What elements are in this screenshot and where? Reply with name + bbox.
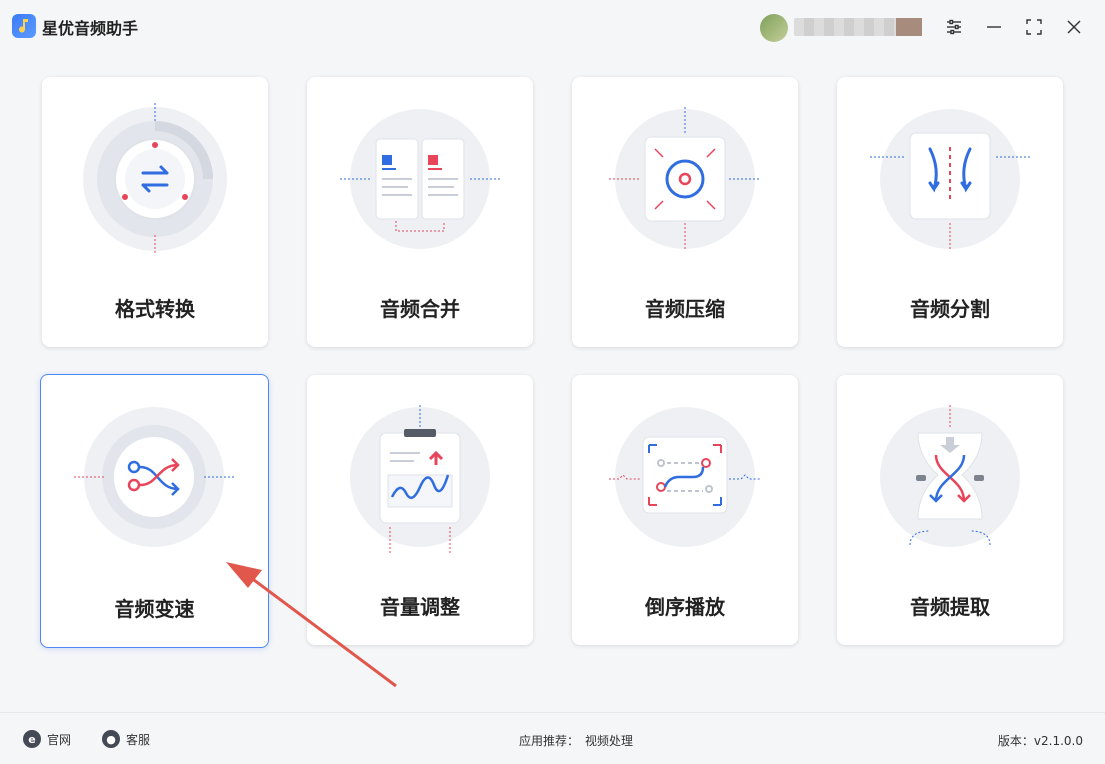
close-icon[interactable] bbox=[1061, 14, 1087, 40]
tool-card-volume-adjust[interactable]: 音量调整 bbox=[307, 375, 533, 645]
tool-label: 倒序播放 bbox=[645, 595, 725, 619]
format-convert-icon bbox=[75, 99, 235, 259]
minimize-icon[interactable] bbox=[981, 14, 1007, 40]
tool-label: 音频合并 bbox=[380, 297, 460, 321]
footer-bar: e 官网 ● 客服 应用推荐： 视频处理 版本：v2.1.0.0 bbox=[0, 712, 1105, 764]
tool-card-audio-compress[interactable]: 音频压缩 bbox=[572, 77, 798, 347]
reverse-play-icon bbox=[605, 397, 765, 557]
tool-card-audio-merge[interactable]: 音频合并 bbox=[307, 77, 533, 347]
user-name-blurred[interactable] bbox=[794, 18, 922, 36]
tool-label: 格式转换 bbox=[115, 297, 195, 321]
maximize-icon[interactable] bbox=[1021, 14, 1047, 40]
browser-icon: e bbox=[23, 730, 41, 748]
tool-card-audio-split[interactable]: 音频分割 bbox=[837, 77, 1063, 347]
settings-icon[interactable] bbox=[941, 14, 967, 40]
tool-label: 音频压缩 bbox=[645, 297, 725, 321]
tool-label: 音量调整 bbox=[380, 595, 460, 619]
tool-label: 音频分割 bbox=[910, 297, 990, 321]
tool-label: 音频提取 bbox=[910, 595, 990, 619]
recommend-label: 应用推荐： bbox=[519, 734, 580, 748]
app-recommend: 应用推荐： 视频处理 bbox=[519, 732, 633, 749]
support-link[interactable]: ● 客服 bbox=[102, 730, 150, 748]
support-label: 客服 bbox=[126, 732, 151, 747]
tool-card-audio-speed[interactable]: 音频变速 bbox=[40, 374, 269, 648]
audio-merge-icon bbox=[340, 99, 500, 259]
version-text: 版本：v2.1.0.0 bbox=[997, 734, 1083, 748]
website-link[interactable]: e 官网 bbox=[23, 730, 71, 748]
title-bar: 星优音频助手 bbox=[0, 0, 1105, 52]
audio-extract-icon bbox=[870, 397, 1030, 557]
volume-adjust-icon bbox=[340, 397, 500, 557]
website-label: 官网 bbox=[47, 732, 72, 747]
avatar[interactable] bbox=[760, 14, 788, 42]
tool-grid: 格式转换 音频合并 音频压缩 音频分割 音频变速 音量调整 倒序播放 音频提取 bbox=[0, 52, 1105, 712]
app-title: 星优音频助手 bbox=[42, 19, 139, 38]
tool-card-format-convert[interactable]: 格式转换 bbox=[42, 77, 268, 347]
app-logo-icon bbox=[12, 14, 36, 38]
tool-card-audio-extract[interactable]: 音频提取 bbox=[837, 375, 1063, 645]
audio-split-icon bbox=[870, 99, 1030, 259]
audio-compress-icon bbox=[605, 99, 765, 259]
tool-label: 音频变速 bbox=[114, 597, 195, 621]
tool-card-reverse-play[interactable]: 倒序播放 bbox=[572, 375, 798, 645]
recommend-link-video[interactable]: 视频处理 bbox=[585, 734, 633, 748]
chat-bubble-icon: ● bbox=[102, 730, 120, 748]
audio-speed-icon bbox=[74, 397, 234, 557]
